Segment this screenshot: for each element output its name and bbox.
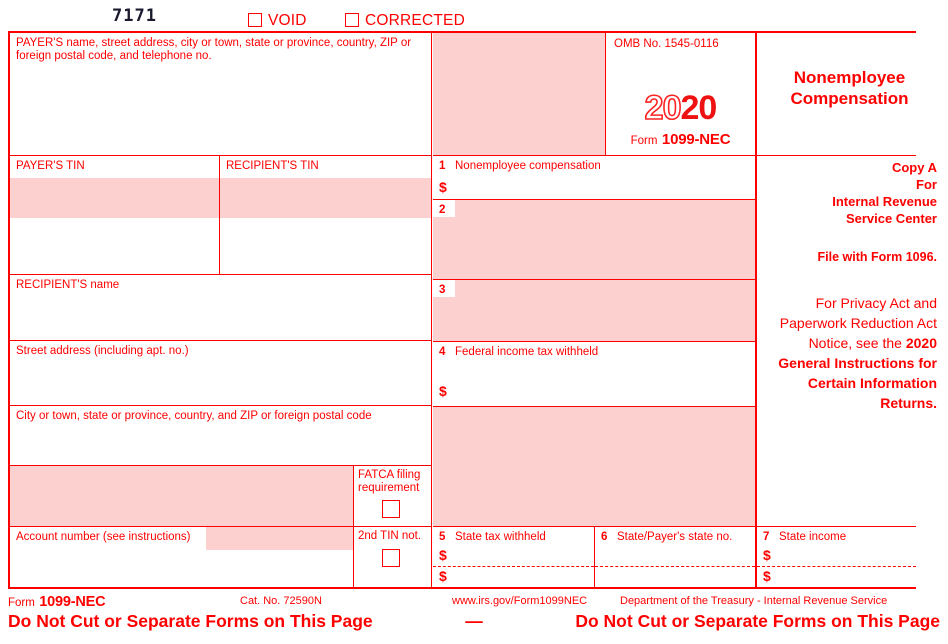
form-title: Nonemployee Compensation — [758, 67, 941, 109]
box-6-label: State/Payer's state no. — [617, 531, 733, 543]
copy-line-4: Service Center — [845, 211, 937, 226]
omb-form-line: Form 1099-NEC — [606, 131, 755, 149]
footer-notice-right: Do Not Cut or Separate Forms on This Pag… — [575, 611, 940, 631]
box-5-currency-row1: $ — [439, 547, 447, 563]
footer-form-identifier: Form 1099-NEC — [8, 593, 106, 611]
box-6-number: 6 — [601, 531, 608, 543]
form-title-line2: Compensation — [790, 89, 909, 108]
payer-address-label: PAYER'S name, street address, city or to… — [16, 37, 412, 62]
footer-department: Department of the Treasury - Internal Re… — [620, 595, 888, 607]
fatca-checkbox[interactable] — [382, 500, 400, 518]
footer-form-prefix: Form — [8, 597, 35, 609]
box-top-blank-entry[interactable] — [433, 33, 605, 155]
box-5-number: 5 — [439, 531, 446, 543]
void-label: VOID — [268, 11, 307, 29]
recipient-name-cell[interactable]: RECIPIENT'S name — [10, 275, 431, 340]
box-1-cell[interactable]: 1 Nonemployee compensation $ — [433, 156, 755, 199]
second-tin-cell[interactable]: 2nd TIN not. — [354, 527, 431, 587]
recipient-city-label: City or town, state or province, country… — [16, 410, 372, 422]
fatca-cell[interactable]: FATCA filing requirement — [354, 466, 431, 526]
box-5-row-divider — [433, 566, 594, 567]
box-4-currency: $ — [439, 383, 447, 399]
void-checkbox-group[interactable]: VOID — [248, 10, 307, 30]
account-number-label: Account number (see instructions) — [16, 531, 191, 543]
copy-designation: Copy A For Internal Revenue Service Cent… — [758, 159, 937, 227]
box-2-cell[interactable]: 2 — [433, 200, 755, 279]
form-title-line1: Nonemployee — [793, 68, 906, 87]
recipient-street-cell[interactable]: Street address (including apt. no.) — [10, 341, 431, 405]
box-4-label: Federal income tax withheld — [455, 346, 599, 358]
box-3-number: 3 — [439, 284, 446, 296]
box-1-currency: $ — [439, 179, 447, 195]
corrected-checkbox[interactable] — [345, 13, 359, 27]
file-with-note: File with Form 1096. — [817, 250, 937, 264]
box-2-number: 2 — [439, 204, 446, 216]
recipient-street-label: Street address (including apt. no.) — [16, 345, 189, 357]
box-middle-blank-entry[interactable] — [433, 407, 755, 526]
box-1-label: Nonemployee compensation — [455, 160, 601, 172]
tax-year-hollow: 20 — [644, 89, 682, 127]
footer-notice-left: Do Not Cut or Separate Forms on This Pag… — [8, 611, 373, 631]
recipient-name-label: RECIPIENT'S name — [16, 279, 120, 291]
omb-form-prefix: Form — [630, 135, 658, 147]
form-footer: Form 1099-NEC Cat. No. 72590N www.irs.go… — [0, 592, 948, 644]
omb-number-label: OMB No. 1545-0116 — [614, 38, 719, 50]
recipient-tin-label: RECIPIENT'S TIN — [226, 160, 319, 172]
recipient-tin-cell[interactable]: RECIPIENT'S TIN — [220, 156, 431, 274]
payer-tin-entry[interactable] — [10, 178, 219, 218]
box-5-label: State tax withheld — [455, 531, 546, 543]
copy-line-2: For — [916, 177, 937, 192]
corrected-label: CORRECTED — [365, 11, 465, 29]
footer-do-not-cut-notice: Do Not Cut or Separate Forms on This Pag… — [8, 611, 940, 632]
footer-form-number: 1099-NEC — [39, 594, 106, 610]
copy-a-column: Nonemployee Compensation Copy A For Inte… — [758, 33, 944, 587]
box-4-cell[interactable]: 4 Federal income tax withheld $ — [433, 342, 755, 406]
omb-year-panel: OMB No. 1545-0116 2020 Form 1099-NEC — [606, 33, 755, 155]
footer-notice-dash: — — [465, 611, 483, 631]
omb-form-number: 1099-NEC — [661, 131, 731, 148]
payer-address-cell[interactable]: PAYER'S name, street address, city or to… — [10, 33, 431, 155]
box-4-number: 4 — [439, 346, 446, 358]
box-6-cell[interactable]: 6 State/Payer's state no. — [595, 527, 755, 587]
box-5-cell[interactable]: 5 State tax withheld $ $ — [433, 527, 594, 587]
recipient-tin-entry[interactable] — [220, 178, 431, 218]
void-checkbox[interactable] — [248, 13, 262, 27]
privacy-act-notice: For Privacy Act and Paperwork Reduction … — [758, 293, 937, 413]
recipient-city-cell[interactable]: City or town, state or province, country… — [10, 406, 431, 465]
divider-copy-a-top — [757, 155, 916, 157]
tax-year-solid: 20 — [680, 89, 718, 127]
box-5-currency-row2: $ — [439, 568, 447, 584]
account-number-cell[interactable]: Account number (see instructions) — [10, 527, 353, 587]
box-1-number: 1 — [439, 160, 446, 172]
second-tin-checkbox[interactable] — [382, 549, 400, 567]
box-3-cell[interactable]: 3 — [433, 280, 755, 341]
footer-url[interactable]: www.irs.gov/Form1099NEC — [452, 595, 587, 607]
payer-tin-cell[interactable]: PAYER'S TIN — [10, 156, 219, 274]
corrected-checkbox-group[interactable]: CORRECTED — [345, 10, 465, 30]
tax-year: 2020 — [606, 89, 755, 127]
copy-line-3: Internal Revenue — [832, 194, 937, 209]
second-tin-label: 2nd TIN not. — [358, 530, 422, 542]
fatca-label-line2: requirement — [358, 482, 420, 494]
recipient-extra-entry-cell[interactable] — [10, 466, 353, 526]
form-identifier-code: 7171 — [112, 6, 157, 26]
footer-catalog-number: Cat. No. 72590N — [240, 595, 322, 607]
grid-right-border — [755, 31, 757, 589]
account-number-entry[interactable] — [206, 527, 353, 550]
form-topbar: 7171 VOID CORRECTED — [0, 0, 948, 32]
irs-form-1099-nec: 7171 VOID CORRECTED PAYER'S name, street… — [0, 0, 948, 644]
copy-line-1: Copy A — [891, 160, 937, 175]
grid-bottom-border — [8, 587, 916, 589]
fatca-label-line1: FATCA filing — [358, 469, 421, 481]
box-6-row-divider — [595, 566, 755, 567]
payer-tin-label: PAYER'S TIN — [16, 160, 85, 172]
